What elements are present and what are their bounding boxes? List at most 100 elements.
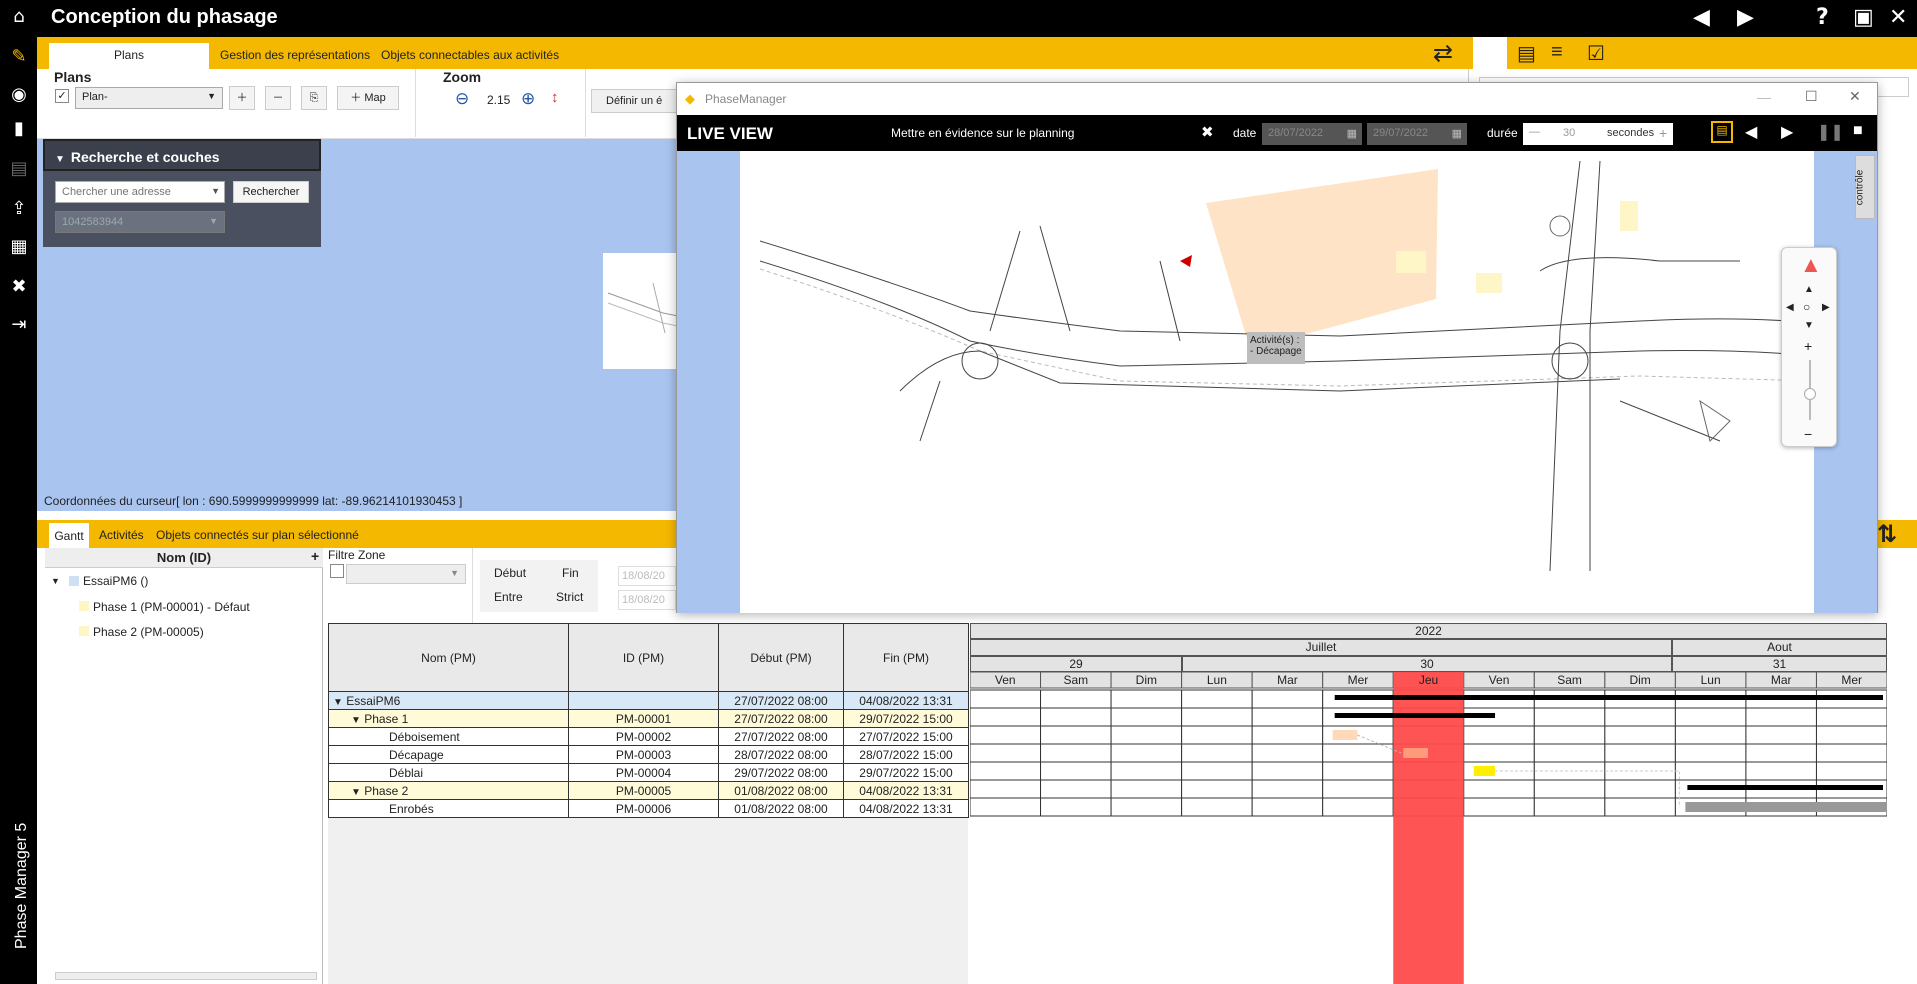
edit-doc-icon[interactable] [1473,37,1507,69]
table-row[interactable]: Déblai PM-00004 29/07/2022 08:00 29/07/2… [328,763,969,782]
tab-connectable-objects[interactable]: Objets connectables aux activités [381,48,559,62]
add-plan-button[interactable]: ＋ [229,86,255,110]
pan-up-icon[interactable]: ▲ [1804,284,1814,295]
zoom-out-icon[interactable]: − [1804,426,1812,442]
reset-view-icon[interactable]: ○ [1803,300,1810,314]
row-expand-icon[interactable]: ▼ [333,697,343,708]
pan-down-icon[interactable]: ▼ [1804,320,1814,331]
calendar-icon[interactable]: ▦ [1452,127,1462,140]
remove-plan-button[interactable]: － [265,86,291,110]
zoom-fit-icon[interactable]: ↕ [551,89,559,106]
gantt-chart[interactable]: 2022 Juillet Aout 29 30 31 Ven Sam Dim Lun M… [970,623,1887,984]
pan-right-icon[interactable]: ▶ [1822,302,1830,313]
compass-icon[interactable]: ▲ [1800,252,1822,278]
tab-representations[interactable]: Gestion des représentations [220,48,370,62]
add-icon[interactable]: + [311,548,319,564]
tree-scrollbar[interactable] [55,972,317,980]
layer-select[interactable]: 1042583944 ▼ [55,211,225,233]
row-expand-icon[interactable]: ▼ [351,715,361,726]
row-expand-icon[interactable]: ▼ [351,787,361,798]
strict-label[interactable]: Strict [556,590,583,604]
filter-zone-select[interactable]: ▼ [346,564,466,584]
zoom-out-icon[interactable]: ⊖ [455,89,469,109]
tools-icon[interactable]: ✖ [1201,123,1214,141]
table-row[interactable]: ▼ Phase 2 PM-00005 01/08/2022 08:00 04/0… [328,781,969,800]
map-button[interactable]: ＋ Map [337,86,399,110]
plan-select[interactable]: Plan- ▼ [75,87,223,109]
previous-icon[interactable]: ◀ [1745,122,1757,142]
home-icon[interactable]: ⌂ [8,6,30,28]
chevron-down-icon[interactable]: ▼ [211,186,220,196]
pencil-icon[interactable]: ✎ [8,46,30,68]
film-icon[interactable]: ▤ [1711,121,1733,143]
printer-icon[interactable]: ▤ [8,158,30,180]
table-row[interactable]: Enrobés PM-00006 01/08/2022 08:00 04/08/… [328,799,969,818]
upload-icon[interactable]: ⇪ [8,198,30,220]
help-icon[interactable]: ? [1816,6,1829,30]
duree-stepper[interactable]: — 30 secondes + [1523,123,1673,145]
maximize-icon[interactable]: ☐ [1805,88,1818,105]
stop-icon[interactable]: ■ [1853,122,1863,140]
tab-plans[interactable]: Plans [49,43,209,69]
tab-connected-objects[interactable]: Objets connectés sur plan sélectionné [156,528,359,542]
calendar-icon[interactable]: ▦ [1347,127,1357,140]
minus-icon[interactable]: — [1529,126,1540,138]
tools-icon[interactable]: ✖ [8,276,30,298]
zoom-slider-handle[interactable] [1804,388,1816,400]
table-row[interactable]: Déboisement PM-00002 27/07/2022 08:00 27… [328,727,969,746]
plans-checkbox[interactable]: ✓ [55,89,69,103]
date-from-field[interactable]: 28/07/2022 ▦ [1262,123,1362,145]
tree-root[interactable]: EssaiPM6 () [83,574,148,588]
date-to-field[interactable]: 29/07/2022 ▦ [1367,123,1467,145]
filter-date-1[interactable]: 18/08/20 [618,566,676,586]
table-row[interactable]: Décapage PM-00003 28/07/2022 08:00 28/07… [328,745,969,764]
window-titlebar[interactable]: ◆ PhaseManager — ☐ ✕ [677,83,1877,115]
entre-label[interactable]: Entre [494,590,523,604]
tab-activites[interactable]: Activités [99,528,144,542]
pan-left-icon[interactable]: ◀ [1786,302,1794,313]
define-button[interactable]: Définir un é [591,89,681,113]
col-header-start[interactable]: Début (PM) [718,623,844,692]
tab-gantt[interactable]: Gantt [49,523,89,548]
col-header-end[interactable]: Fin (PM) [843,623,969,692]
calendar-icon[interactable]: ▦ [8,236,30,258]
checklist-icon[interactable]: ☑ [1587,41,1605,66]
plus-icon[interactable]: + [1659,125,1667,141]
eye-icon[interactable]: ◉ [8,84,30,106]
debut-label[interactable]: Début [494,566,526,580]
tree-item-phase2[interactable]: Phase 2 (PM-00005) [93,625,204,639]
zoom-in-icon[interactable]: + [1804,338,1812,354]
arrow-right-icon[interactable]: ▶ [1737,6,1754,30]
search-panel-header[interactable]: ▼ Recherche et couches [43,139,321,171]
play-icon[interactable]: ▶ [1781,122,1793,142]
col-header-id[interactable]: ID (PM) [568,623,719,692]
exit-icon[interactable]: ⇥ [8,314,30,336]
swap-icon[interactable]: ⇄ [1433,39,1453,67]
book-icon[interactable]: ▮ [8,118,30,140]
col-header-name[interactable]: Nom (PM) [328,623,569,692]
live-view-map[interactable]: Activité(s) : - Décapage ▲ ▲ ◀ ○ ▶ ▼ + −… [677,151,1877,613]
table-row[interactable]: ▼ EssaiPM6 27/07/2022 08:00 04/08/2022 1… [328,691,969,710]
pause-icon[interactable]: ❚❚ [1817,122,1844,142]
search-input[interactable] [56,182,201,202]
controle-tab[interactable]: contrôle [1854,155,1875,219]
minimize-icon[interactable]: — [1757,89,1771,105]
fin-label[interactable]: Fin [562,566,579,580]
duree-value[interactable]: 30 [1563,127,1575,139]
table-row[interactable]: ▼ Phase 1 PM-00001 27/07/2022 08:00 29/0… [328,709,969,728]
tree-expand-icon[interactable]: ▼ [51,576,60,586]
filter-zone-checkbox[interactable] [330,564,344,578]
save-icon[interactable]: ▣ [1853,6,1874,30]
highlight-on-planning[interactable]: Mettre en évidence sur le planning [891,126,1074,140]
search-button[interactable]: Rechercher [233,181,309,203]
search-input-box[interactable]: ▼ [55,181,225,203]
copy-plan-button[interactable]: ⎘ [301,86,327,110]
filter-date-2[interactable]: 18/08/20 [618,590,676,610]
sort-icon[interactable]: ≡ [1551,41,1563,64]
arrow-left-icon[interactable]: ◀ [1693,6,1710,30]
tree-item-phase1[interactable]: Phase 1 (PM-00001) - Défaut [93,600,250,614]
clipboard-icon[interactable]: ▤ [1517,41,1536,66]
close-icon[interactable]: ✕ [1889,6,1907,30]
close-icon[interactable]: ✕ [1849,88,1861,105]
zoom-in-icon[interactable]: ⊕ [521,89,535,109]
